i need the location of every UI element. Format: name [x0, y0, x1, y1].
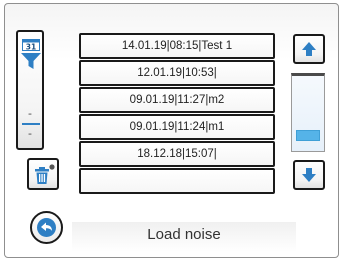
file-row[interactable]: 09.01.19|11:24|m1 [79, 114, 275, 140]
filter-divider [22, 123, 40, 125]
back-arrow-icon [37, 218, 56, 237]
filter-lower-value: - [28, 127, 32, 140]
filter-icon [21, 53, 41, 69]
file-row-empty[interactable] [79, 168, 275, 194]
scroll-up-button[interactable] [293, 34, 325, 64]
file-row[interactable]: 14.01.19|08:15|Test 1 [79, 33, 275, 59]
filter-upper-value: - [28, 107, 32, 120]
arrow-up-icon [302, 42, 316, 56]
delete-button[interactable] [27, 158, 59, 190]
svg-text:31: 31 [26, 43, 36, 52]
file-row[interactable]: 12.01.19|10:53| [79, 60, 275, 86]
filter-panel[interactable]: 31 - - [16, 30, 44, 150]
back-button[interactable] [30, 211, 63, 244]
arrow-down-icon [302, 168, 316, 182]
page-title: Load noise [147, 226, 221, 243]
trash-icon [35, 164, 55, 184]
scroll-down-button[interactable] [293, 160, 325, 190]
scrollbar-track[interactable] [291, 73, 325, 152]
file-row[interactable]: 09.01.19|11:27|m2 [79, 87, 275, 113]
file-list: 14.01.19|08:15|Test 1 12.01.19|10:53| 09… [79, 33, 275, 195]
calendar-icon: 31 [22, 39, 40, 51]
scrollbar-thumb[interactable] [296, 130, 320, 141]
file-row[interactable]: 18.12.18|15:07| [79, 141, 275, 167]
